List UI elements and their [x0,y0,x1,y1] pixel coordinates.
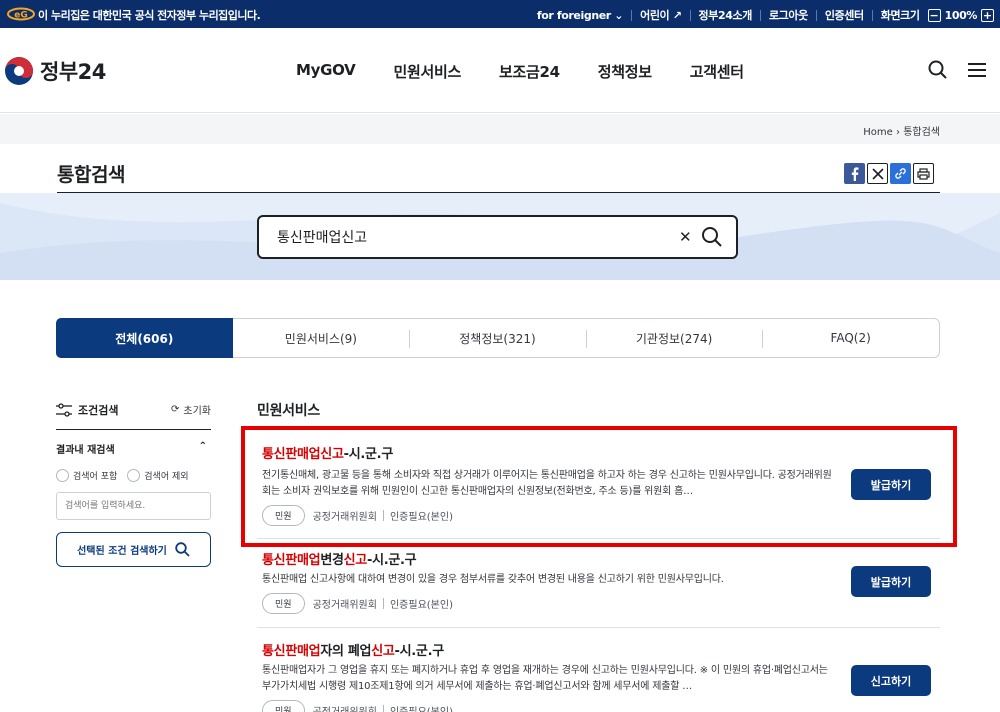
search-box: ✕ [257,215,738,259]
research-options: 검색어 포함 검색어 제외 [56,469,189,482]
report-button[interactable]: 신고하기 [851,665,931,696]
cert-center-link[interactable]: 인증센터 [817,5,872,25]
issue-button[interactable]: 발급하기 [851,469,931,500]
exclude-radio[interactable]: 검색어 제외 [127,469,189,482]
result-item: 통신판매업자의 폐업신고-시.군.구 통신판매업자가 그 영업을 휴지 또는 폐… [262,640,940,712]
result-tag: 민원 [262,700,305,712]
result-description: 통신판매업 신고사항에 대하여 변경이 있을 경우 첨부서류를 갖추어 변경된 … [262,574,724,585]
result-tabs: 전체(606) 민원서비스(9) 정책정보(321) 기관정보(274) FAQ… [56,318,940,358]
nav-customer-center[interactable]: 고객센터 [690,61,744,82]
apply-filter-button[interactable]: 선택된 조건 검색하기 [56,532,211,567]
zoom-in-button[interactable]: + [981,8,994,22]
main-nav: MyGOV 민원서비스 보조금24 정책정보 고객센터 [296,61,744,82]
result-divider [257,627,940,628]
facebook-icon[interactable] [844,163,865,184]
copy-link-icon[interactable] [890,163,911,184]
result-org: 공정거래위원회 [312,600,377,611]
logo-text: 정부24 [40,60,106,84]
zoom-out-button[interactable]: − [927,8,941,22]
refresh-icon: ⟳ [171,404,180,415]
result-divider [257,538,940,539]
taegeuk-logo-icon [5,57,33,85]
result-tag: 민원 [262,505,305,526]
zoom-value: 100% [944,8,978,22]
site-header: 정부24 MyGOV 민원서비스 보조금24 정책정보 고객센터 [0,28,1000,113]
tab-faq[interactable]: FAQ(2) [762,319,939,357]
research-input[interactable] [56,492,211,520]
result-auth: 인증필요(본인) [389,512,453,523]
section-title: 민원서비스 [257,403,320,419]
tab-policy[interactable]: 정책정보(321) [409,319,586,357]
site-logo[interactable]: 정부24 [4,56,106,86]
search-input[interactable] [277,226,657,248]
result-item: 통신판매업변경신고-시.군.구 통신판매업 신고사항에 대하여 변경이 있을 경… [262,549,940,614]
result-org: 공정거래위원회 [312,512,377,523]
search-icon[interactable] [928,60,948,80]
research-toggle[interactable]: 결과내 재검색 ⌃ [56,441,211,456]
external-link-icon: ↗ [672,9,682,22]
zoom-label: 화면크기 [880,9,920,22]
include-radio[interactable]: 검색어 포함 [56,469,117,482]
official-notice: 이 누리집은 대한민국 공식 전자정부 누리집입니다. [38,9,261,22]
result-title[interactable]: 통신판매업신고-시.군.구 [262,443,940,462]
result-auth: 인증필요(본인) [390,703,453,712]
issue-button[interactable]: 발급하기 [851,566,931,597]
breadcrumb-band: Home › 통합검색 [0,114,1000,144]
breadcrumb: Home › 통합검색 [863,123,940,138]
breadcrumb-current: 통합검색 [903,127,940,138]
egov-mark-icon: eG [7,7,35,21]
kids-link[interactable]: 어린이 ↗ [632,5,689,25]
result-org: 공정거래위원회 [313,703,377,712]
page-title: 통합검색 [57,164,125,186]
breadcrumb-home[interactable]: Home [863,127,893,138]
filter-divider [56,429,211,430]
result-item: 통신판매업신고-시.군.구 전기통신매체, 광고물 등을 통해 소비자와 직접 … [262,443,940,526]
foreigner-link[interactable]: for foreigner ⌄ [529,7,631,24]
search-icon [175,542,190,557]
x-twitter-icon[interactable] [867,163,888,184]
print-icon[interactable] [913,163,934,184]
result-title[interactable]: 통신판매업변경신고-시.군.구 [262,549,940,568]
nav-policy[interactable]: 정책정보 [598,61,652,82]
about-link[interactable]: 정부24소개 [691,5,760,25]
nav-subsidy[interactable]: 보조금24 [499,61,560,82]
filter-sliders-icon [56,403,72,417]
result-description: 통신판매업자가 그 영업을 휴지 또는 폐지하거나 휴업 후 영업을 재개하는 … [262,665,828,692]
tab-civil-service[interactable]: 민원서비스(9) [233,319,410,357]
clear-icon[interactable]: ✕ [679,228,692,246]
filter-header: 조건검색 ⟳ 초기화 [56,400,211,422]
logout-link[interactable]: 로그아웃 [761,5,816,25]
filter-title: 조건검색 [78,404,119,417]
share-tools [844,163,934,184]
menu-icon[interactable] [968,60,986,80]
result-title[interactable]: 통신판매업자의 폐업신고-시.군.구 [262,640,940,659]
svg-text:eG: eG [14,11,28,21]
search-submit-icon[interactable] [701,226,723,248]
nav-civil-service[interactable]: 민원서비스 [393,61,461,82]
official-site-banner: eG 이 누리집은 대한민국 공식 전자정부 누리집입니다. for forei… [0,0,1000,28]
chevron-down-icon: ⌄ [614,8,624,22]
result-tag: 민원 [262,593,305,614]
result-description: 전기통신매체, 광고물 등을 통해 소비자와 직접 상거래가 이루어지는 통신판… [262,470,832,497]
tab-all[interactable]: 전체(606) [56,318,233,358]
chevron-up-icon: ⌃ [198,441,207,452]
nav-mygov[interactable]: MyGOV [296,61,356,82]
result-auth: 인증필요(본인) [389,600,453,611]
tab-agency[interactable]: 기관정보(274) [585,319,763,357]
reset-button[interactable]: ⟳ 초기화 [171,402,211,417]
